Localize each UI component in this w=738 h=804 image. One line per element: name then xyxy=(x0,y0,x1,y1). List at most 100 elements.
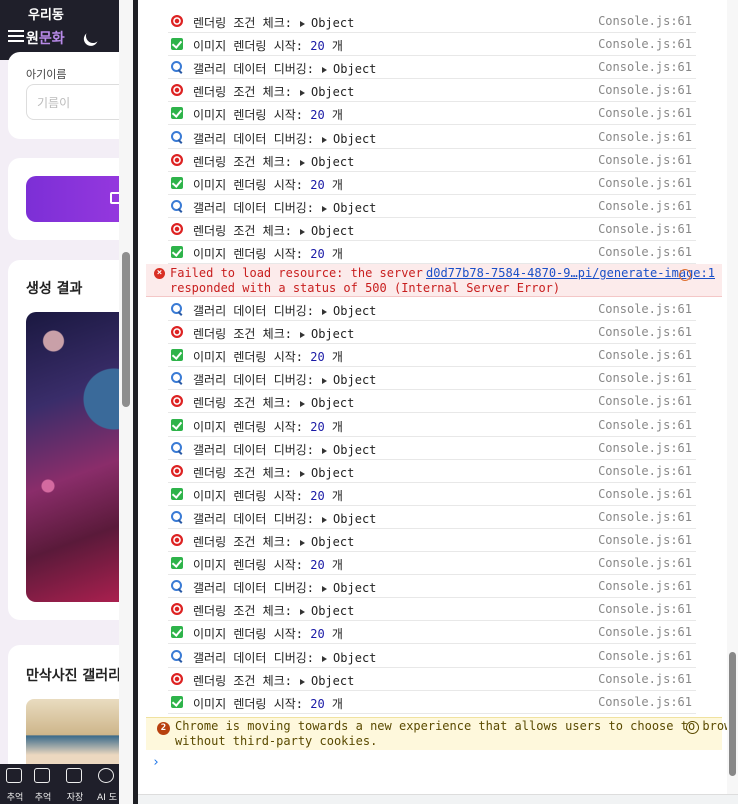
object-preview[interactable]: Object xyxy=(311,604,354,618)
expand-triangle-icon[interactable] xyxy=(299,609,305,616)
source-link[interactable]: Console.js:61 xyxy=(598,37,692,51)
source-link[interactable]: Console.js:61 xyxy=(598,348,692,362)
expand-triangle-icon[interactable] xyxy=(299,228,305,235)
console-log-row[interactable]: 렌더링 조건 체크: Object Console.js:61 xyxy=(168,390,696,414)
source-link[interactable]: Console.js:61 xyxy=(598,625,692,639)
expand-triangle-icon[interactable] xyxy=(299,159,305,166)
dark-mode-icon[interactable] xyxy=(84,27,102,45)
source-link[interactable]: Console.js:61 xyxy=(598,83,692,97)
console-log-row[interactable]: 렌더링 조건 체크: Object Console.js:61 xyxy=(168,218,696,241)
source-link[interactable]: Console.js:61 xyxy=(598,672,692,686)
console-log-row[interactable]: 갤러리 데이터 디버깅: Object Console.js:61 xyxy=(168,195,696,218)
source-link[interactable]: Console.js:61 xyxy=(598,14,692,28)
source-link[interactable]: Console.js:61 xyxy=(598,60,692,74)
source-link[interactable]: Console.js:61 xyxy=(598,302,692,316)
console-log-row[interactable]: 렌더링 조건 체크: Object Console.js:61 xyxy=(168,321,696,345)
app-scroll-thumb[interactable] xyxy=(122,252,130,407)
object-preview[interactable]: Object xyxy=(333,304,376,318)
expand-triangle-icon[interactable] xyxy=(322,516,328,523)
source-link[interactable]: Console.js:61 xyxy=(598,176,692,190)
console-log-row[interactable]: 렌더링 조건 체크: Object Console.js:61 xyxy=(168,460,696,483)
console-log-row[interactable]: 이미지 렌더링 시작: 20 개 Console.js:61 xyxy=(168,102,696,126)
source-link[interactable]: Console.js:61 xyxy=(598,153,692,167)
error-source-link[interactable]: d0d77b78-7584-4870-9…pi/generate-image:1 xyxy=(426,266,715,280)
console-log-row[interactable]: 갤러리 데이터 디버깅: Object Console.js:61 xyxy=(168,367,696,391)
object-preview[interactable]: Object xyxy=(333,581,376,595)
console-log-row[interactable]: 이미지 렌더링 시작: 20 개 Console.js:61 xyxy=(168,483,696,506)
object-preview[interactable]: Object xyxy=(311,396,354,410)
console-log-row[interactable]: 이미지 렌더링 시작: 20 개 Console.js:61 xyxy=(168,621,696,645)
console-log-row[interactable]: 갤러리 데이터 디버깅: Object Console.js:61 xyxy=(168,575,696,599)
source-link[interactable]: Console.js:61 xyxy=(598,487,692,501)
object-preview[interactable]: Object xyxy=(311,155,354,169)
network-icon[interactable] xyxy=(679,269,691,281)
source-link[interactable]: Console.js:61 xyxy=(598,510,692,524)
app-scrollbar[interactable] xyxy=(119,0,133,804)
console-log-row[interactable]: 렌더링 조건 체크: Object Console.js:61 xyxy=(168,149,696,172)
expand-triangle-icon[interactable] xyxy=(322,447,328,454)
cookie-icon[interactable] xyxy=(686,721,699,734)
source-link[interactable]: Console.js:61 xyxy=(598,649,692,663)
console-log-row[interactable]: 이미지 렌더링 시작: 20 개 Console.js:61 xyxy=(168,33,696,57)
console-log-row[interactable]: 렌더링 조건 체크: Object Console.js:61 xyxy=(168,598,696,622)
expand-triangle-icon[interactable] xyxy=(322,309,328,315)
object-preview[interactable]: Object xyxy=(333,373,376,387)
console-log-row[interactable]: 렌더링 조건 체크: Object Console.js:61 xyxy=(168,79,696,103)
source-link[interactable]: Console.js:61 xyxy=(598,602,692,616)
console-log-row[interactable]: 이미지 렌더링 시작: 20 개 Console.js:61 xyxy=(168,344,696,368)
generate-image-button[interactable] xyxy=(26,176,119,222)
console-log-row[interactable]: 이미지 렌더링 시작: 20 개 Console.js:61 xyxy=(168,414,696,437)
source-link[interactable]: Console.js:61 xyxy=(598,130,692,144)
expand-triangle-icon[interactable] xyxy=(299,678,305,685)
source-link[interactable]: Console.js:61 xyxy=(598,245,692,259)
menu-icon[interactable] xyxy=(8,30,24,44)
console-log-row[interactable]: 갤러리 데이터 디버깅: Object Console.js:61 xyxy=(168,645,696,668)
console-log-row[interactable]: 갤러리 데이터 디버깅: Object Console.js:61 xyxy=(168,56,696,80)
expand-triangle-icon[interactable] xyxy=(299,470,305,477)
expand-triangle-icon[interactable] xyxy=(299,90,305,97)
source-link[interactable]: Console.js:61 xyxy=(598,579,692,593)
expand-triangle-icon[interactable] xyxy=(322,586,328,593)
nav-item-memory[interactable]: 추억 xyxy=(28,764,60,804)
object-preview[interactable]: Object xyxy=(311,16,354,30)
source-link[interactable]: Console.js:61 xyxy=(598,222,692,236)
console-log-row[interactable]: 렌더링 조건 체크: Object Console.js:61 xyxy=(168,10,696,33)
object-preview[interactable]: Object xyxy=(333,512,376,526)
expand-triangle-icon[interactable] xyxy=(299,332,305,339)
object-preview[interactable]: Object xyxy=(311,466,354,480)
object-preview[interactable]: Object xyxy=(311,85,354,99)
console-log-row[interactable]: 갤러리 데이터 디버깅: Object Console.js:61 xyxy=(168,506,696,529)
object-preview[interactable]: Object xyxy=(333,62,376,76)
console-prompt[interactable]: › xyxy=(152,755,160,770)
console-log-row[interactable]: 이미지 렌더링 시작: 20 개 Console.js:61 xyxy=(168,241,696,264)
object-preview[interactable]: Object xyxy=(333,443,376,457)
console-scrollbar[interactable] xyxy=(727,0,738,804)
source-link[interactable]: Console.js:61 xyxy=(598,371,692,385)
source-link[interactable]: Console.js:61 xyxy=(598,325,692,339)
object-preview[interactable]: Object xyxy=(333,132,376,146)
generated-image[interactable] xyxy=(26,312,119,602)
name-input[interactable]: 기름이 xyxy=(26,84,119,120)
console-log-row[interactable]: 렌더링 조건 체크: Object Console.js:61 xyxy=(168,668,696,691)
console-log-row[interactable]: 갤러리 데이터 디버깅: Object Console.js:61 xyxy=(168,298,696,321)
source-link[interactable]: Console.js:61 xyxy=(598,106,692,120)
console-log-row[interactable]: 갤러리 데이터 디버깅: Object Console.js:61 xyxy=(168,126,696,149)
source-link[interactable]: Console.js:61 xyxy=(598,556,692,570)
console-scroll-thumb[interactable] xyxy=(729,652,736,776)
console-log-row[interactable]: 갤러리 데이터 디버깅: Object Console.js:61 xyxy=(168,437,696,460)
expand-triangle-icon[interactable] xyxy=(322,67,328,74)
object-preview[interactable]: Object xyxy=(311,535,354,549)
source-link[interactable]: Console.js:61 xyxy=(598,418,692,432)
expand-triangle-icon[interactable] xyxy=(322,205,328,212)
nav-item-lullaby[interactable]: 자장 xyxy=(60,764,92,804)
source-link[interactable]: Console.js:61 xyxy=(598,464,692,478)
object-preview[interactable]: Object xyxy=(333,201,376,215)
expand-triangle-icon[interactable] xyxy=(299,540,305,546)
expand-triangle-icon[interactable] xyxy=(322,655,328,662)
console-log-row[interactable]: 렌더링 조건 체크: Object Console.js:61 xyxy=(168,529,696,552)
object-preview[interactable]: Object xyxy=(311,224,354,238)
console-log-row[interactable]: 이미지 렌더링 시작: 20 개 Console.js:61 xyxy=(168,552,696,576)
expand-triangle-icon[interactable] xyxy=(322,378,328,385)
expand-triangle-icon[interactable] xyxy=(299,21,305,27)
object-preview[interactable]: Object xyxy=(333,651,376,665)
